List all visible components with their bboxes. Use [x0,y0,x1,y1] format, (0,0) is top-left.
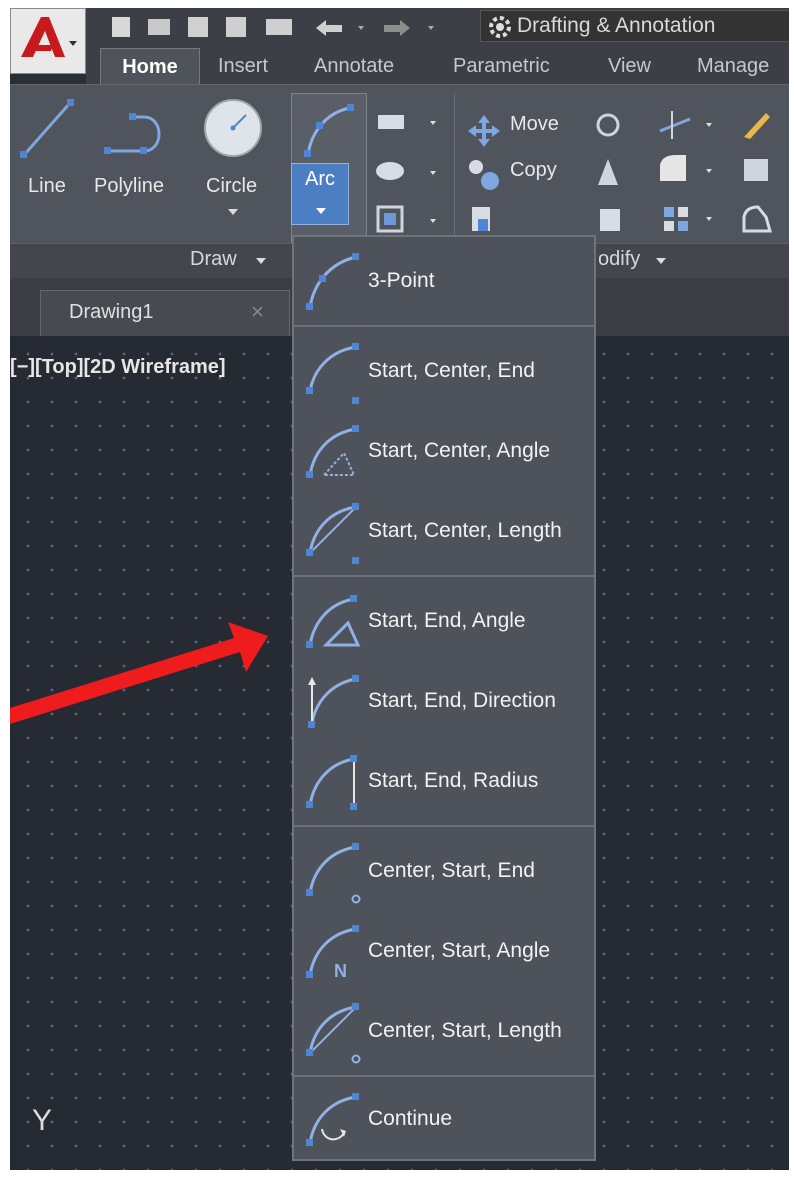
arc-3-point-icon [306,253,359,310]
menu-item-label: Start, Center, Length [368,519,562,542]
menu-item-label: 3-Point [368,269,435,292]
autocad-window: Drafting & Annotation Home Insert Annota… [10,8,789,1170]
menu-item-label: Continue [368,1107,453,1130]
menu-item-label: Start, Center, End [368,359,535,382]
trim-icon[interactable] [659,117,691,133]
menu-item-start-center-angle[interactable]: Start, Center, Angle [294,411,594,491]
workspace-label: Drafting & Annotation [517,14,716,37]
menu-item-start-end-angle[interactable]: Start, End, Angle [294,581,594,661]
arc-start-end-direction-icon [308,675,359,728]
menu-item-start-end-direction[interactable]: Start, End, Direction [294,661,594,741]
menu-item-start-end-radius[interactable]: Start, End, Radius [294,741,594,821]
arc-center-start-length-icon [306,1003,361,1064]
undo-icon[interactable] [316,20,342,36]
chevron-down-icon[interactable] [656,258,666,266]
arc-dropdown-menu: 3-Point Start, Center, End Start, Center… [292,235,596,1161]
red-arrow-annotation [10,622,268,724]
stretch-icon[interactable] [470,205,496,235]
mirror-icon[interactable] [598,159,618,185]
menu-item-label: Center, Start, Angle [368,939,551,962]
arc-continue-icon [306,1093,359,1146]
draw-small-tools [376,115,436,233]
scale-icon[interactable] [600,209,620,231]
angle-letter: N [334,961,347,981]
ucs-y-axis-label: Y [32,1104,53,1137]
menu-divider [294,825,594,827]
arc-start-center-length-icon [306,503,359,564]
arc-start-center-angle-icon [306,425,359,478]
menu-item-label: Start, Center, Angle [368,439,551,462]
menu-item-label: Start, End, Direction [368,689,556,712]
menu-item-center-start-angle[interactable]: N Center, Start, Angle [294,911,594,991]
chevron-down-icon [316,208,326,214]
tab-manage[interactable]: Manage [697,48,769,84]
tab-annotate[interactable]: Annotate [314,48,394,84]
move-icon[interactable] [466,113,502,149]
menu-item-3-point[interactable]: 3-Point [294,241,594,321]
copy-icon[interactable] [466,157,502,193]
fillet-icon[interactable] [660,155,686,181]
menu-item-label: Start, End, Radius [368,769,539,792]
redo-dropdown-icon[interactable] [428,26,434,30]
undo-dropdown-icon[interactable] [358,26,364,30]
modify-panel-title[interactable]: odify [598,248,640,271]
panel-separator [454,93,455,239]
arc-start-end-angle-icon [306,595,361,648]
menu-divider [294,575,594,577]
menu-item-label: Start, End, Angle [368,609,526,632]
copy-tool-label[interactable]: Copy [510,159,557,182]
menu-item-center-start-length[interactable]: Center, Start, Length [294,991,594,1071]
menu-divider [294,325,594,327]
menu-item-label: Center, Start, End [368,859,535,882]
tab-parametric[interactable]: Parametric [453,48,550,84]
menu-item-center-start-end[interactable]: Center, Start, End [294,831,594,911]
arc-center-start-end-icon [306,843,361,904]
menu-divider [294,1075,594,1077]
rotate-icon[interactable] [596,113,620,137]
rectangle-icon[interactable] [378,115,404,129]
erase-icon[interactable] [744,113,770,139]
hatch-icon[interactable] [376,162,404,180]
redo-icon[interactable] [384,20,410,36]
menu-item-start-center-end[interactable]: Start, Center, End [294,331,594,411]
modify-small-tools [596,111,772,233]
arc-start-end-radius-icon [306,755,357,810]
explode-icon[interactable] [744,159,768,181]
menu-item-label: Center, Start, Length [368,1019,562,1042]
menu-item-start-center-length[interactable]: Start, Center, Length [294,491,594,571]
gear-icon [489,16,511,38]
move-tool-label[interactable]: Move [510,113,559,136]
tab-view[interactable]: View [608,48,651,84]
arc-start-center-end-icon [306,343,359,404]
menu-item-continue[interactable]: Continue [294,1079,594,1159]
workspace-switcher[interactable]: Drafting & Annotation [480,10,789,42]
arc-center-start-angle-icon: N [306,925,359,981]
array-icon[interactable] [664,207,674,217]
offset-icon[interactable] [742,205,772,233]
